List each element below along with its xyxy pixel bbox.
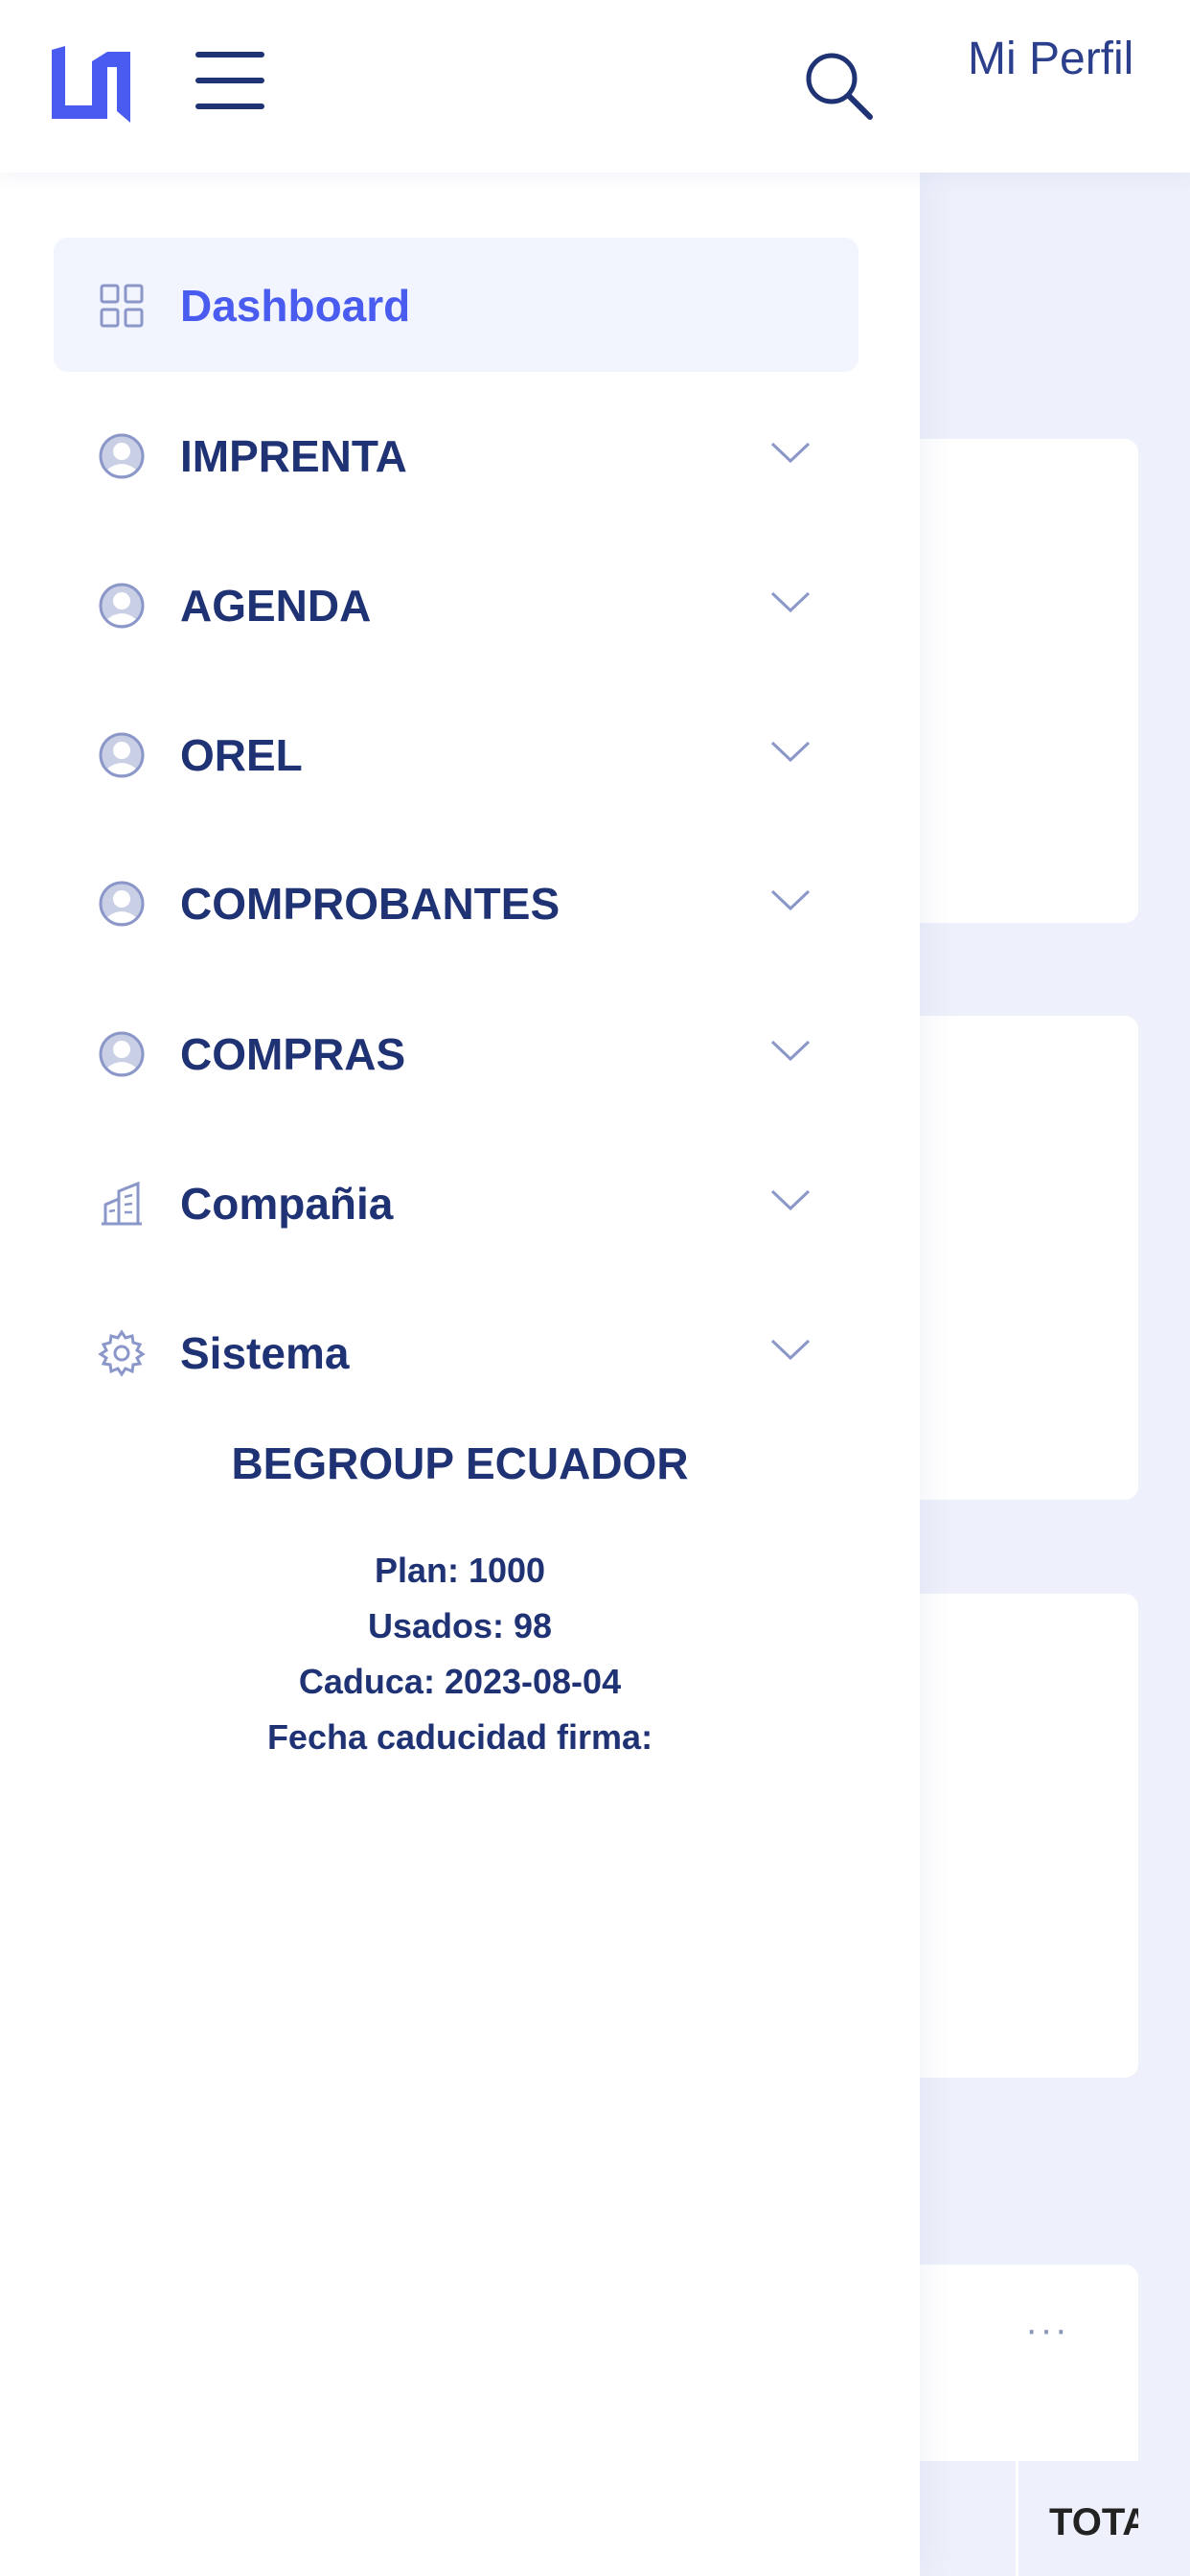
plan-used: Usados: 98 (367, 1606, 553, 1645)
sidebar: Dashboard IMPRENTA AGENDA OREL COMPROBAN… (0, 172, 920, 2576)
user-circle-icon (99, 732, 145, 778)
plan-limit: Plan: 1000 (374, 1551, 546, 1590)
user-circle-icon (99, 433, 145, 479)
profile-link[interactable]: Mi Perfil (968, 33, 1133, 85)
sidebar-item-label: OREL (180, 730, 303, 780)
chevron-down-icon[interactable] (768, 1184, 812, 1214)
column-divider (1016, 2461, 1018, 2576)
sidebar-item-compania[interactable]: Compañia (54, 1136, 858, 1270)
sidebar-item-label: IMPRENTA (180, 431, 407, 481)
sidebar-item-agenda[interactable]: AGENDA (54, 538, 858, 672)
chevron-down-icon[interactable] (768, 735, 812, 766)
sidebar-item-comprobantes[interactable]: COMPROBANTES (54, 836, 858, 970)
chevron-down-icon[interactable] (768, 884, 812, 914)
sidebar-item-orel[interactable]: OREL (54, 687, 858, 821)
search-icon[interactable] (801, 48, 876, 123)
building-icon (102, 1181, 142, 1226)
table-header-cell[interactable]: TOTA (1049, 2501, 1138, 2544)
gear-icon (98, 1329, 146, 1377)
chevron-down-icon[interactable] (768, 1034, 812, 1065)
sidebar-item-dashboard[interactable]: Dashboard (54, 238, 858, 372)
sidebar-item-compras[interactable]: COMPRAS (54, 986, 858, 1120)
chevron-down-icon[interactable] (768, 436, 812, 467)
sidebar-item-label: AGENDA (180, 581, 372, 631)
company-info: BEGROUP ECUADOR Plan: 1000 Usados: 98 Ca… (0, 1438, 920, 1765)
chevron-down-icon[interactable] (768, 1333, 812, 1364)
sidebar-item-label: Compañia (180, 1179, 394, 1229)
user-circle-icon (99, 583, 145, 629)
brand-logo-icon[interactable] (48, 42, 134, 123)
signature-expiry: Fecha caducidad firma: (266, 1717, 653, 1757)
user-circle-icon (99, 1031, 145, 1077)
sidebar-item-label: COMPRAS (180, 1029, 406, 1079)
sidebar-item-label: Dashboard (180, 281, 411, 331)
sidebar-item-sistema[interactable]: Sistema (54, 1285, 858, 1419)
more-options-button[interactable]: ··· (1025, 2309, 1069, 2352)
company-name: BEGROUP ECUADOR (231, 1438, 689, 1488)
plan-expiry: Caduca: 2023-08-04 (298, 1662, 622, 1701)
sidebar-item-label: Sistema (180, 1328, 350, 1378)
sidebar-item-imprenta[interactable]: IMPRENTA (54, 388, 858, 522)
user-circle-icon (99, 881, 145, 927)
sidebar-item-label: COMPROBANTES (180, 879, 561, 929)
chevron-down-icon[interactable] (768, 586, 812, 616)
dashboard-grid-icon (100, 284, 144, 328)
top-header: Mi Perfil (0, 0, 1190, 172)
hamburger-menu-icon[interactable] (192, 46, 268, 115)
